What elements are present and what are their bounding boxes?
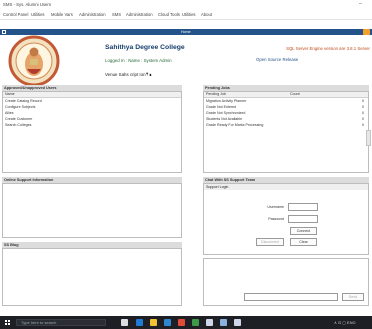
- column-header-pending-job[interactable]: Pending Job: [206, 92, 226, 97]
- approved-users-panel: Name Create Catalog Record Configure Sub…: [2, 91, 182, 173]
- notification-icon[interactable]: [363, 29, 370, 35]
- window-icon[interactable]: [2, 29, 6, 34]
- menu-item-sms[interactable]: SMS: [112, 12, 121, 17]
- release-link[interactable]: Open Source Release: [256, 57, 298, 62]
- connect-button[interactable]: Connect: [290, 227, 317, 235]
- job-name: Students Not Available: [206, 117, 243, 121]
- college-logo: [8, 35, 60, 87]
- windows-start-icon[interactable]: [5, 320, 10, 325]
- menu-bar: Control Panel Utilities Mobile Vars Admi…: [0, 10, 372, 20]
- job-name: Migration Activity Planner: [206, 99, 247, 103]
- job-count: 0: [362, 123, 364, 127]
- scrollbar[interactable]: [366, 130, 371, 146]
- version-notice: SQL Server Engine version are 3.8.1 Serv…: [286, 46, 370, 51]
- taskbar: Type here to search ∧ ⊡ ◻ ENG: [0, 316, 372, 329]
- username-label: Username: [267, 205, 284, 209]
- chat-messages[interactable]: Send: [203, 258, 369, 306]
- menu-item-administration-2[interactable]: Administration: [126, 12, 153, 17]
- minimize-icon[interactable]: –: [359, 1, 362, 7]
- home-tab[interactable]: Home: [181, 30, 191, 34]
- app-icon-red[interactable]: [178, 319, 185, 326]
- folder-icon[interactable]: [150, 319, 157, 326]
- password-input[interactable]: [288, 215, 318, 223]
- disconnect-button[interactable]: Disconnect: [256, 238, 284, 246]
- ss-blog-panel: [2, 248, 182, 306]
- window-titlebar: SMS - Sys. Alumni Users –: [0, 0, 372, 10]
- send-button[interactable]: Send: [342, 293, 364, 301]
- task-view-icon[interactable]: [121, 319, 128, 326]
- version-label: Venue Sahs cript Ion : ∎: [105, 72, 152, 77]
- clear-button[interactable]: Clear: [290, 238, 317, 246]
- system-tray[interactable]: ∧ ⊡ ◻ ENG: [334, 320, 356, 325]
- username-input[interactable]: [288, 203, 318, 211]
- column-header-count[interactable]: Count: [290, 92, 300, 97]
- table-row[interactable]: Grade Ready For Marks Processing 0: [204, 122, 368, 128]
- menu-item-administration[interactable]: Administration: [79, 12, 106, 17]
- menu-item-utilities-2[interactable]: Utilities: [182, 12, 196, 17]
- menu-item-cloud-tools[interactable]: Cloud Tools: [158, 12, 180, 17]
- app-icon-green[interactable]: [192, 319, 199, 326]
- app-icon-blue[interactable]: [220, 319, 227, 326]
- app-icon-doc[interactable]: [206, 319, 213, 326]
- password-label: Password: [268, 217, 284, 221]
- taskbar-search[interactable]: Type here to search: [16, 319, 106, 326]
- pending-jobs-panel: Pending Job Count Migration Activity Pla…: [203, 91, 369, 173]
- list-item[interactable]: Search Colleges: [3, 122, 181, 128]
- menu-item-mobile-vars[interactable]: Mobile Vars: [51, 12, 73, 17]
- college-name: Sahithya Degree College: [105, 44, 185, 51]
- logged-in-info: Logged In : Name : System Admin: [105, 58, 172, 63]
- chat-support-panel: Support Login Username Password Connect …: [203, 183, 369, 255]
- menu-item-utilities[interactable]: Utilities: [31, 12, 45, 17]
- online-support-panel: [2, 183, 182, 238]
- chevron-down-icon[interactable]: ▾: [146, 71, 148, 77]
- support-login-title: Support Login: [204, 184, 368, 190]
- job-name: Grade Not Synchronized: [206, 111, 246, 115]
- menu-item-control-panel[interactable]: Control Panel: [3, 12, 28, 17]
- edge-icon[interactable]: [136, 319, 143, 326]
- job-name: Grade Ready For Marks Processing: [206, 123, 264, 127]
- job-name: Grade Not Entered: [206, 105, 237, 109]
- app-icon-doc-2[interactable]: [234, 319, 241, 326]
- menu-item-about[interactable]: About: [201, 12, 212, 17]
- store-icon[interactable]: [164, 319, 171, 326]
- chat-message-input[interactable]: [244, 293, 338, 301]
- window-title: SMS - Sys. Alumni Users: [3, 2, 51, 7]
